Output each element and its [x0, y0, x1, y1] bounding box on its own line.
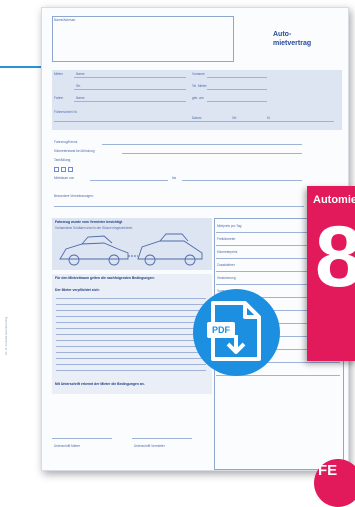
- checkbox-icon[interactable]: [54, 167, 59, 172]
- license-date-label: Datum: [192, 116, 202, 120]
- price-row: Freikilometer: [217, 237, 236, 241]
- conditions-heading: Für den Mietzeitraum gelten die nachfolg…: [55, 276, 155, 280]
- vehicle-label: Fahrzeug/Kennz.: [54, 140, 79, 144]
- text-line: [56, 358, 206, 359]
- text-line: [56, 316, 206, 317]
- inspection-text: Vorhandene Schäden sind in der Skizze ei…: [55, 226, 133, 230]
- phone-label: Tel. Mieter: [192, 84, 207, 88]
- driver-label: Fahrer: [54, 96, 64, 100]
- license-class-label: Kl.: [267, 116, 271, 120]
- driver-name-label: Name: [76, 96, 85, 100]
- renter-label: Mieter: [54, 72, 63, 76]
- rental-to-label: bis: [172, 176, 177, 180]
- checkbox-icon[interactable]: [68, 167, 73, 172]
- text-line: [56, 328, 206, 329]
- price-row: Zusatzfahrer: [217, 263, 235, 267]
- rental-from-label: Mietdauer von: [54, 176, 75, 180]
- field-line: [74, 101, 186, 102]
- license-label: Führerschein Nr.: [54, 110, 78, 114]
- field-line: [90, 180, 168, 181]
- text-line: [56, 334, 206, 335]
- text-line: [56, 352, 206, 353]
- price-row: Mietpreis pro Tag: [217, 224, 242, 228]
- name-address-box: [52, 16, 234, 62]
- car-sketch-icon: [59, 233, 203, 266]
- field-line: [207, 89, 267, 90]
- field-line: [207, 101, 267, 102]
- name-address-label: Name/Adresse:: [54, 18, 76, 22]
- fuel-label: Tankfüllung:: [54, 158, 72, 162]
- special-agreements-label: Besondere Vereinbarungen:: [54, 194, 94, 198]
- field-line: [54, 206, 304, 207]
- text-line: [56, 322, 206, 323]
- text-line: [56, 304, 206, 305]
- field-line: [74, 89, 186, 90]
- corner-badge: FE: [314, 459, 355, 507]
- field-line: [207, 77, 267, 78]
- price-row: Versicherung: [217, 276, 236, 280]
- form-document-preview[interactable]: Name/Adresse: Auto- mietvertrag Mieter N…: [41, 7, 349, 471]
- mileage-label: Kilometerstand bei Abholung: [54, 149, 95, 153]
- inspection-heading: Fahrzeug wurde vom Vermieter besichtigt: [55, 220, 123, 224]
- signature-line: [132, 438, 192, 439]
- text-line: [56, 298, 206, 299]
- driver-birth-label: geb. am: [192, 96, 204, 100]
- checkbox-icon[interactable]: [61, 167, 66, 172]
- badge-number: 8: [315, 209, 355, 305]
- text-line: [56, 370, 206, 371]
- signature-line: [52, 438, 112, 439]
- lessor-signature-label: Unterschrift Vermieter: [134, 444, 165, 448]
- field-line: [74, 77, 186, 78]
- field-line: [122, 153, 302, 154]
- license-place-label: Ort: [232, 116, 237, 120]
- conditions-subheading: Der Mieter verpflichtet sich:: [55, 288, 100, 292]
- renter-firstname-label: Vorname: [192, 72, 205, 76]
- field-line: [102, 144, 302, 145]
- conditions-closing: Mit Unterschrift erkennt der Mieter die …: [55, 382, 145, 386]
- street-label: Str.: [76, 84, 81, 88]
- text-line: [56, 346, 206, 347]
- side-article-text: Art.-Nr. Formular Automietvertrag: [5, 316, 8, 355]
- text-line: [56, 310, 206, 311]
- text-line: [56, 364, 206, 365]
- renter-signature-label: Unterschrift Mieter: [54, 444, 81, 448]
- pdf-label: PDF: [207, 322, 235, 338]
- product-badge: Automietvertrag 8: [307, 186, 355, 361]
- pdf-download-button[interactable]: PDF: [193, 289, 280, 376]
- form-title: Auto- mietvertrag: [273, 31, 311, 48]
- corner-badge-label: FE: [318, 462, 338, 479]
- badge-title: Automietvertrag: [313, 194, 355, 206]
- fuel-options: [54, 167, 75, 172]
- price-row: Kilometerpreis: [217, 250, 238, 254]
- field-line: [182, 180, 302, 181]
- form-title-line1: Auto-: [273, 31, 292, 38]
- renter-name-label: Name: [76, 72, 85, 76]
- form-title-line2: mietvertrag: [273, 39, 312, 47]
- field-line: [54, 121, 334, 122]
- text-line: [56, 340, 206, 341]
